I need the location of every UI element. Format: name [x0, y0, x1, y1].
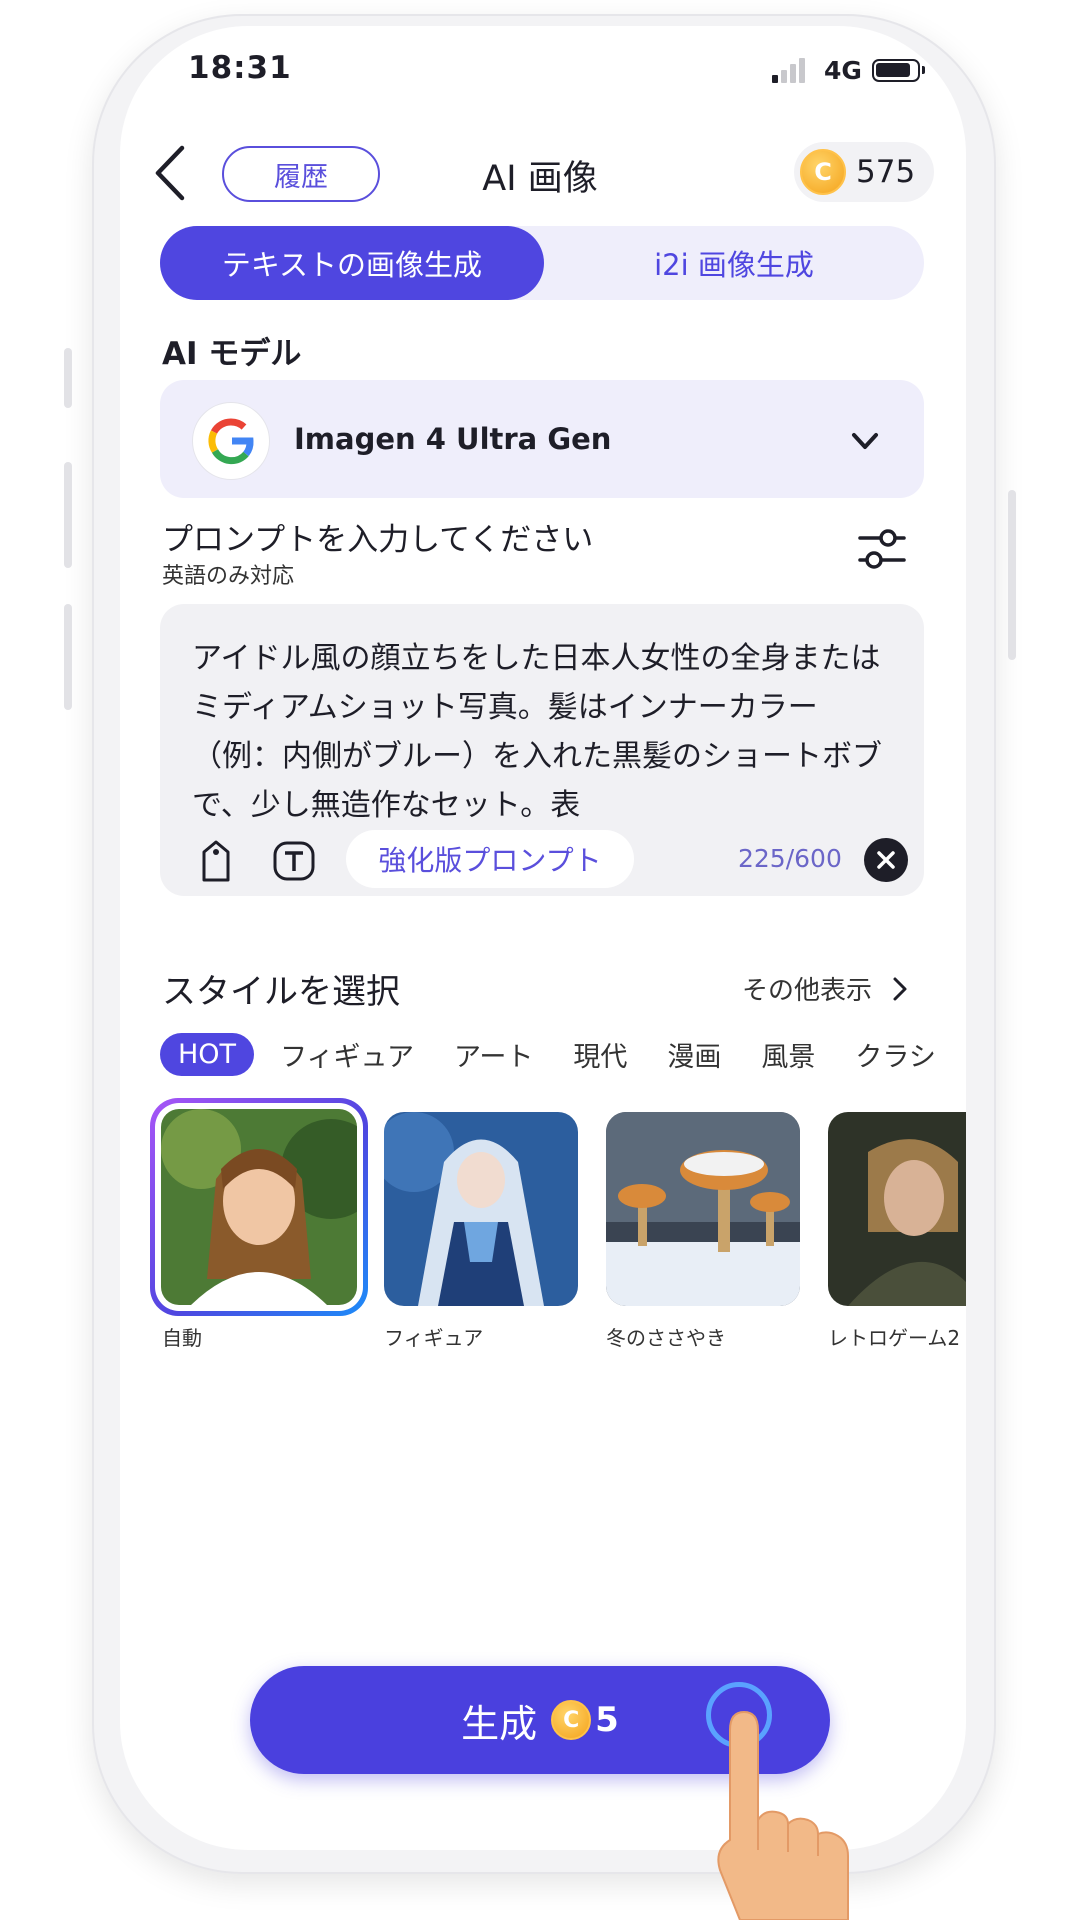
sliders-icon[interactable]	[856, 526, 908, 572]
show-more-link[interactable]: その他表示	[742, 970, 912, 1007]
coin-count: 575	[856, 154, 916, 190]
history-button[interactable]: 履歴	[222, 146, 380, 202]
category-tab-modern[interactable]: 現代	[573, 1035, 627, 1074]
style-label: フィギュア	[384, 1326, 484, 1350]
coin-balance[interactable]: C 575	[794, 142, 934, 202]
chevron-down-icon	[848, 424, 882, 458]
category-tab-manga[interactable]: 漫画	[667, 1035, 721, 1074]
phone-side-button	[64, 462, 72, 568]
style-label: 冬のささやき	[606, 1326, 726, 1350]
tag-icon[interactable]	[196, 838, 236, 884]
generate-cost: 5	[595, 1700, 619, 1740]
phone-side-button	[64, 604, 72, 710]
back-button[interactable]	[150, 142, 190, 204]
model-name: Imagen 4 Ultra Gen	[294, 422, 612, 456]
phone-screen: 18:31 4G 履歴 AI 画像 C 575 テキストの画像生成 i2i 画像…	[120, 26, 966, 1850]
generate-label: 生成	[461, 1701, 538, 1746]
tab-text-to-image[interactable]: テキストの画像生成	[160, 226, 544, 300]
phone-side-button	[64, 348, 72, 408]
coin-icon: C	[551, 1700, 592, 1740]
coin-icon: C	[800, 149, 846, 195]
category-tab-art[interactable]: アート	[454, 1035, 533, 1074]
clear-button[interactable]	[864, 838, 908, 882]
category-tab-figure[interactable]: フィギュア	[280, 1035, 414, 1074]
chevron-left-icon	[155, 145, 185, 201]
text-format-icon[interactable]	[272, 838, 315, 884]
char-counter: 225/600	[738, 844, 842, 873]
tab-image-to-image[interactable]: i2i 画像生成	[544, 226, 924, 300]
category-tab-hot[interactable]: HOT	[160, 1032, 255, 1076]
style-item-winter[interactable]	[606, 1112, 800, 1306]
show-more-label: その他表示	[742, 976, 873, 1006]
style-category-tabs: HOT フィギュア アート 現代 漫画 風景 クラシ	[160, 1030, 966, 1078]
style-label: レトロゲーム2	[828, 1326, 961, 1350]
signal-icon	[772, 57, 812, 83]
category-tab-landscape[interactable]: 風景	[761, 1035, 815, 1074]
portrait-image	[161, 1109, 357, 1305]
style-label: 自動	[162, 1326, 202, 1350]
prompt-text[interactable]: アイドル風の顔立ちをした日本人女性の全身またはミディアムショット写真。髪はインナ…	[192, 634, 896, 830]
chevron-right-icon	[893, 977, 907, 1001]
network-label: 4G	[824, 56, 862, 85]
pointing-hand-icon	[700, 1700, 870, 1920]
style-item-figure[interactable]	[384, 1112, 578, 1306]
enhance-prompt-button[interactable]: 強化版プロンプト	[346, 830, 634, 888]
style-section-title: スタイルを選択	[162, 972, 400, 1012]
close-icon	[877, 851, 895, 869]
google-logo-icon	[192, 402, 270, 480]
category-tab-classic[interactable]: クラシ	[855, 1035, 935, 1074]
status-time: 18:31	[188, 50, 292, 86]
style-item-auto[interactable]	[150, 1098, 368, 1316]
style-item-retro-game[interactable]	[828, 1112, 966, 1306]
phone-side-button	[1008, 490, 1016, 660]
prompt-label: プロンプトを入力してください	[162, 522, 594, 558]
model-section-label: AI モデル	[162, 336, 302, 372]
battery-icon	[872, 59, 925, 82]
page-title: AI 画像	[482, 159, 598, 199]
prompt-sublabel: 英語のみ対応	[162, 564, 295, 589]
